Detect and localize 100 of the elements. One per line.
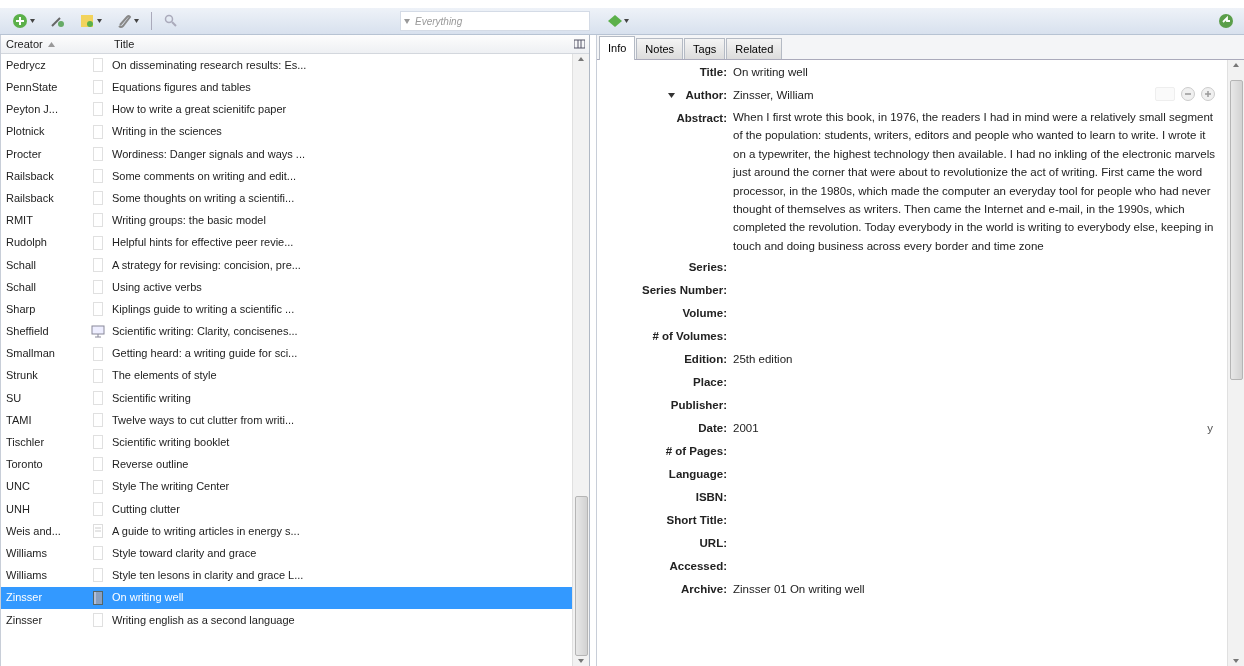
title-cell-text: Writing in the sciences	[111, 124, 222, 140]
title-cell-text: Reverse outline	[111, 457, 189, 473]
document-icon	[93, 169, 103, 184]
creator-cell-text: Rudolph	[5, 235, 48, 251]
item-row[interactable]: Sharp Kiplings guide to writing a scientific ...	[1, 298, 572, 321]
title-cell-text: Kiplings guide to writing a scientific ...	[111, 301, 295, 317]
tab[interactable]: Info	[599, 36, 636, 60]
item-row[interactable]: Railsback Some comments on writing and edit...	[1, 164, 572, 188]
title-cell-text: On disseminating research results: Es...	[111, 57, 307, 73]
caret-icon	[97, 19, 102, 23]
column-header[interactable]: Title	[109, 35, 574, 53]
plus-circle-icon	[12, 13, 28, 29]
field-label: Place:	[693, 376, 727, 389]
title-cell-text: A guide to writing articles in energy s...	[111, 523, 300, 539]
item-row[interactable]: Williams Style toward clarity and grace	[1, 542, 572, 565]
add-author-button[interactable]	[1201, 87, 1215, 101]
field-label: Series:	[688, 261, 727, 274]
item-row[interactable]: Schall A strategy for revising: concision, pre...	[1, 253, 572, 276]
document-icon	[93, 235, 103, 250]
scrollbar[interactable]	[1227, 60, 1244, 666]
title-cell-text: Twelve ways to cut clutter from writi...	[111, 412, 295, 428]
note-icon	[79, 13, 95, 29]
field-label: Author:	[685, 89, 727, 101]
field-value[interactable]: Zinsser, William	[733, 89, 814, 101]
article-icon	[93, 524, 103, 539]
item-row[interactable]: Weis and... A guide to writing articles in energy s...	[1, 519, 572, 543]
item-row[interactable]: Toronto Reverse outline	[1, 453, 572, 476]
creator-cell-text: Railsback	[5, 168, 55, 184]
column-picker-icon[interactable]	[574, 39, 585, 49]
creator-cell-text: Toronto	[5, 457, 44, 473]
field-value[interactable]: On writing well	[733, 66, 808, 78]
creator-cell-text: Procter	[5, 146, 43, 162]
field-value[interactable]: Zinsser 01 On writing well	[733, 583, 865, 596]
title-cell-text: Scientific writing booklet	[111, 435, 230, 451]
plus-icon	[1204, 90, 1212, 98]
document-icon	[93, 146, 103, 161]
caret-icon	[624, 19, 629, 23]
item-row[interactable]: Strunk The elements of style	[1, 364, 572, 387]
item-row[interactable]: SU Scientific writing	[1, 386, 572, 409]
title-cell-text: On writing well	[111, 590, 184, 606]
scrollbar-thumb[interactable]	[1229, 80, 1243, 380]
title-cell-text: The elements of style	[111, 368, 217, 384]
title-cell-text: Some thoughts on writing a scientifi...	[111, 190, 295, 206]
field-value[interactable]: 2001	[733, 422, 759, 435]
tab[interactable]: Notes	[636, 38, 684, 59]
paperclip-icon	[116, 13, 132, 29]
diamond-arrow-icon	[608, 15, 622, 27]
item-row[interactable]: Railsback Some thoughts on writing a scientifi...	[1, 187, 572, 210]
creator-cell-text: Tischler	[5, 435, 46, 451]
item-row[interactable]: TAMI Twelve ways to cut clutter from writi...	[1, 409, 572, 432]
item-row[interactable]: UNH Cutting clutter	[1, 497, 572, 520]
scrollbar-thumb[interactable]	[574, 496, 588, 656]
scrollbar[interactable]	[572, 54, 589, 666]
creator-cell-text: Schall	[5, 279, 37, 295]
column-header[interactable]: Creator	[1, 35, 109, 53]
item-row[interactable]: Plotnick Writing in the sciences	[1, 120, 572, 143]
title-cell-text: Scientific writing: Clarity, concisenes...	[111, 324, 298, 340]
field-label: Archive:	[680, 583, 727, 596]
item-row[interactable]: RMIT Writing groups: the basic model	[1, 209, 572, 232]
item-row[interactable]: Zinsser Writing english as a second language	[1, 608, 572, 631]
creator-cell-text: Railsback	[5, 190, 55, 206]
dropdown-triangle-icon[interactable]	[668, 93, 676, 99]
title-cell-text: Style ten lesons in clarity and grace L...	[111, 568, 304, 584]
field-label: Short Title:	[666, 514, 727, 527]
creator-cell-text: UNC	[5, 479, 31, 495]
search-field[interactable]: Everything	[400, 11, 590, 31]
item-row[interactable]: Pedrycz On disseminating research results: Es...	[1, 54, 572, 77]
item-row[interactable]: Smallman Getting heard: a writing guide for sci...	[1, 342, 572, 365]
item-row[interactable]: Schall Using active verbs	[1, 275, 572, 299]
title-cell-text: Wordiness: Danger signals and ways ...	[111, 146, 305, 162]
caret-icon	[30, 19, 35, 23]
creator-cell-text: Schall	[5, 257, 37, 273]
item-row[interactable]: UNC Style The writing Center	[1, 475, 572, 498]
document-icon	[93, 435, 103, 450]
creator-cell-text: Smallman	[5, 346, 56, 362]
field-value[interactable]: 25th edition	[733, 353, 793, 366]
document-icon	[93, 124, 103, 139]
field-value[interactable]: When I first wrote this book, in 1976, the readers I had in mind were a relatively small segment of the population: students, writers, editors and people who wanted to learn to write. I wrote it on a typewriter, the highest technology then available. I had no inkling of the electronic marvels just around the corner that were about to revolutionize the act of writing. First came the word processor, in the 1980s, which made the computer an everyday tool for people who had never thought of themselves as writers. Then came the Internet and e-mail, in the 1990s, which completed the revolution. Today everybody in the world is writing to everybody else, keeping in touch and doing business across every border and time zone	[733, 108, 1227, 256]
creator-cell-text: UNH	[5, 501, 31, 517]
field-label: Volume:	[682, 307, 727, 320]
field-label: Title:	[699, 66, 727, 78]
item-row[interactable]: Tischler Scientific writing booklet	[1, 431, 572, 454]
document-icon	[93, 302, 103, 317]
item-row[interactable]: Sheffield Scientific writing: Clarity, concisenes...	[1, 320, 572, 343]
remove-author-button[interactable]	[1181, 87, 1195, 101]
magnifier-icon	[164, 14, 178, 28]
document-icon	[93, 80, 103, 95]
title-cell-text: How to write a great scienitifc paper	[111, 102, 287, 118]
item-row[interactable]: Procter Wordiness: Danger signals and ways ...	[1, 142, 572, 165]
item-row[interactable]: Peyton J... How to write a great scienitifc paper	[1, 98, 572, 121]
item-row[interactable]: Williams Style ten lesons in clarity and grace L...	[1, 564, 572, 587]
title-cell-text: Writing groups: the basic model	[111, 213, 266, 229]
tab[interactable]: Tags	[684, 38, 726, 59]
item-row[interactable]: Rudolph Helpful hints for effective peer revie...	[1, 231, 572, 254]
document-icon	[93, 257, 103, 272]
field-label: # of Pages:	[665, 445, 727, 458]
tab[interactable]: Related	[726, 38, 783, 59]
creator-cell-text: Sheffield	[5, 324, 50, 340]
title-cell-text: Cutting clutter	[111, 501, 180, 517]
item-row[interactable]: PennState Equations figures and tables	[1, 76, 572, 99]
